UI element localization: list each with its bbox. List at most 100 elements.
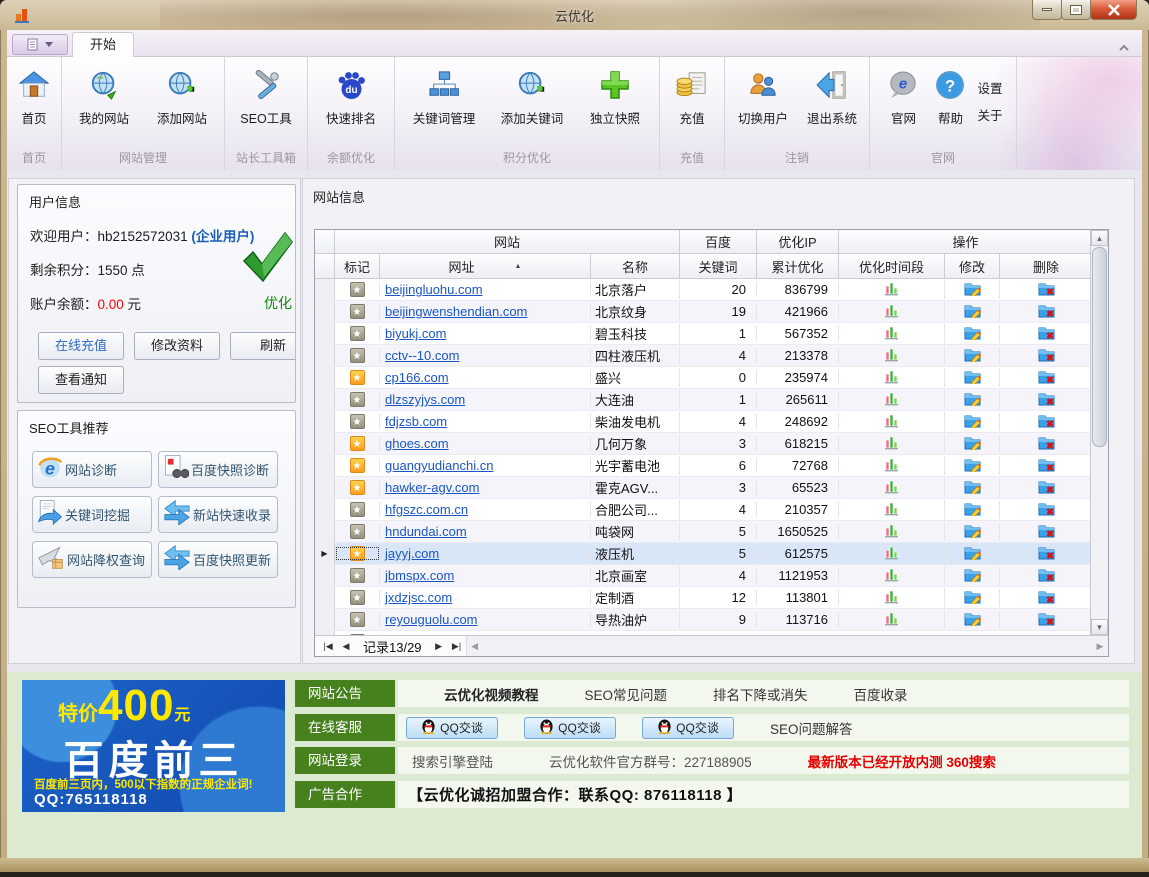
tab-start[interactable]: 开始: [72, 32, 134, 57]
delete-folder-icon[interactable]: [1038, 523, 1055, 541]
delete-cell[interactable]: [1000, 391, 1092, 409]
table-row[interactable]: ★cctv--10.com四柱液压机4213378: [315, 345, 1108, 367]
delete-folder-icon[interactable]: [1038, 391, 1055, 409]
ribbon-button-首页[interactable]: 首页: [9, 60, 59, 142]
seo-tool-button-网站降权查询[interactable]: 网站降权查询: [32, 541, 152, 578]
site-url-cell[interactable]: beijingwenshendian.com: [380, 304, 591, 319]
delete-folder-icon[interactable]: [1038, 413, 1055, 431]
star-cell[interactable]: ★: [335, 480, 380, 495]
edit-cell[interactable]: [945, 303, 1000, 321]
edit-folder-icon[interactable]: [964, 391, 981, 409]
edit-cell[interactable]: [945, 325, 1000, 343]
table-row[interactable]: ★beijingwenshendian.com北京纹身19421966: [315, 301, 1108, 323]
bar-chart-icon[interactable]: [884, 544, 900, 563]
delete-folder-icon[interactable]: [1038, 369, 1055, 387]
site-url-cell[interactable]: beijingluohu.com: [380, 282, 591, 297]
star-unmarked-icon[interactable]: ★: [350, 568, 365, 583]
view-notice-button[interactable]: 查看通知: [38, 366, 124, 394]
edit-folder-icon[interactable]: [964, 589, 981, 607]
delete-folder-icon[interactable]: [1038, 589, 1055, 607]
site-url-cell[interactable]: hndundai.com: [380, 524, 591, 539]
next-page-button[interactable]: ▶: [430, 641, 448, 652]
seo-tool-button-网站诊断[interactable]: e网站诊断: [32, 451, 152, 488]
table-row[interactable]: ★jbmspx.com北京画室41121953: [315, 565, 1108, 587]
bar-chart-icon[interactable]: [884, 368, 900, 387]
edit-cell[interactable]: [945, 501, 1000, 519]
delete-cell[interactable]: [1000, 501, 1092, 519]
maximize-button[interactable]: [1061, 0, 1091, 20]
site-url-cell[interactable]: hfgszc.com.cn: [380, 502, 591, 517]
delete-cell[interactable]: [1000, 567, 1092, 585]
delete-folder-icon[interactable]: [1038, 501, 1055, 519]
ribbon-button-退出系统[interactable]: 退出系统: [798, 60, 866, 142]
announcement-link[interactable]: SEO常见问题: [585, 684, 668, 704]
site-url-link[interactable]: hndundai.com: [385, 524, 467, 539]
bar-chart-icon[interactable]: [884, 324, 900, 343]
bar-chart-icon[interactable]: [884, 390, 900, 409]
site-url-cell[interactable]: guangyudianchi.cn: [380, 458, 591, 473]
optimize-period-cell[interactable]: [839, 456, 945, 475]
col-header-period[interactable]: 优化时间段: [839, 254, 945, 279]
optimize-period-cell[interactable]: [839, 346, 945, 365]
ribbon-button-添加网站[interactable]: 添加网站: [143, 60, 221, 142]
edit-folder-icon[interactable]: [964, 369, 981, 387]
delete-folder-icon[interactable]: [1038, 303, 1055, 321]
bar-chart-icon[interactable]: [884, 280, 900, 299]
edit-cell[interactable]: [945, 545, 1000, 563]
seo-tool-button-新站快速收录[interactable]: 新站快速收录: [158, 496, 278, 533]
optimize-period-cell[interactable]: [839, 390, 945, 409]
star-unmarked-icon[interactable]: ★: [350, 502, 365, 517]
delete-cell[interactable]: [1000, 413, 1092, 431]
delete-cell[interactable]: [1000, 479, 1092, 497]
edit-cell[interactable]: [945, 523, 1000, 541]
star-marked-icon[interactable]: ★: [350, 370, 365, 385]
seo-tool-button-百度快照更新[interactable]: 百度快照更新: [158, 541, 278, 578]
delete-folder-icon[interactable]: [1038, 281, 1055, 299]
table-row[interactable]: ▶★jayyj.com液压机5612575: [315, 543, 1108, 565]
first-page-button[interactable]: |◀: [319, 641, 337, 652]
close-button[interactable]: [1090, 0, 1137, 20]
site-url-link[interactable]: cctv--10.com: [385, 348, 459, 363]
edit-folder-icon[interactable]: [964, 479, 981, 497]
bar-chart-icon[interactable]: [884, 610, 900, 629]
optimize-period-cell[interactable]: [839, 500, 945, 519]
star-unmarked-icon[interactable]: ★: [350, 348, 365, 363]
optimize-period-cell[interactable]: [839, 566, 945, 585]
ribbon-button-帮助[interactable]: ?帮助: [927, 60, 973, 142]
optimize-period-cell[interactable]: [839, 522, 945, 541]
star-cell[interactable]: ★: [335, 546, 380, 561]
seo-qa-link[interactable]: SEO问题解答: [770, 718, 853, 738]
edit-folder-icon[interactable]: [964, 281, 981, 299]
col-header-edit[interactable]: 修改: [945, 254, 1000, 279]
optimize-period-cell[interactable]: [839, 610, 945, 629]
site-url-link[interactable]: hfgszc.com.cn: [385, 502, 468, 517]
star-cell[interactable]: ★: [335, 502, 380, 517]
qq-chat-button[interactable]: QQ交谈: [524, 717, 616, 739]
star-marked-icon[interactable]: ★: [350, 480, 365, 495]
site-url-link[interactable]: hawker-agv.com: [385, 480, 479, 495]
site-url-link[interactable]: fdjzsb.com: [385, 414, 447, 429]
edit-profile-button[interactable]: 修改资料: [134, 332, 220, 360]
ribbon-button-SEO工具[interactable]: SEO工具: [227, 60, 305, 142]
table-row[interactable]: ★cp166.com盛兴0235974: [315, 367, 1108, 389]
edit-folder-icon[interactable]: [964, 347, 981, 365]
col-header-total[interactable]: 累计优化: [757, 254, 839, 279]
optimize-period-cell[interactable]: [839, 434, 945, 453]
seo-tool-button-百度快照诊断[interactable]: 百度快照诊断: [158, 451, 278, 488]
optimize-period-cell[interactable]: [839, 588, 945, 607]
star-unmarked-icon[interactable]: ★: [350, 282, 365, 297]
table-row[interactable]: ★fdjzsb.com柴油发电机4248692: [315, 411, 1108, 433]
delete-cell[interactable]: [1000, 281, 1092, 299]
star-unmarked-icon[interactable]: ★: [350, 524, 365, 539]
application-menu-button[interactable]: [12, 34, 68, 55]
announcement-link[interactable]: 云优化视频教程: [444, 684, 539, 704]
optimize-period-cell[interactable]: [839, 544, 945, 563]
optimize-period-cell[interactable]: [839, 324, 945, 343]
edit-cell[interactable]: [945, 347, 1000, 365]
star-unmarked-icon[interactable]: ★: [350, 414, 365, 429]
edit-cell[interactable]: [945, 567, 1000, 585]
delete-cell[interactable]: [1000, 545, 1092, 563]
site-url-cell[interactable]: cctv--10.com: [380, 348, 591, 363]
qq-chat-button[interactable]: QQ交谈: [642, 717, 734, 739]
site-url-link[interactable]: reyouguolu.com: [385, 612, 478, 627]
